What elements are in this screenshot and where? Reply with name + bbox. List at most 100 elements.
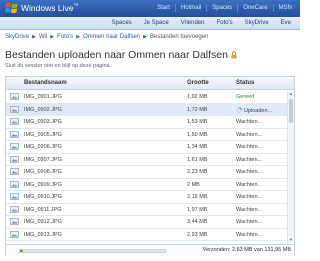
subnav-fotos[interactable]: Foto's [210, 20, 238, 27]
breadcrumb-fotos[interactable]: Foto's [57, 34, 73, 40]
file-status: Gereed [236, 94, 254, 100]
table-row[interactable]: IMG_0901.JPG 1,92 MB Gereed [6, 91, 287, 104]
scroll-thumb[interactable] [289, 99, 293, 123]
scroll-up-icon[interactable]: ▲ [288, 91, 294, 97]
nav-hotmail[interactable]: Hotmail [174, 4, 206, 12]
breadcrumb-separator-icon: ▶ [143, 34, 147, 40]
nav-onecare[interactable]: OneCare [237, 4, 272, 12]
file-name: IMG_0905.JPG [24, 131, 62, 138]
file-name: IMG_0908.JPG [24, 169, 62, 175]
file-name: IMG_0911.JPG [24, 206, 62, 213]
table-row[interactable]: IMG_0913.JPG 2,93 MB Wachten... [6, 229, 287, 241]
page-title-text: Bestanden uploaden naar Ommen naar Dalfs… [5, 49, 228, 61]
file-size: 3,44 MB [187, 219, 208, 225]
file-name: IMG_0902.JPG [24, 106, 62, 113]
file-status-text: Wachten... [236, 231, 263, 238]
subnav-eve[interactable]: Eve [275, 20, 297, 27]
breadcrumb-skydrive[interactable]: SkyDrive [5, 34, 29, 40]
subnav-spaces[interactable]: Spaces [106, 20, 138, 27]
brand-title: Windows Live™ [21, 3, 79, 13]
column-size[interactable]: Grootte [187, 80, 209, 86]
nav-spaces[interactable]: Spaces [206, 4, 237, 12]
file-status: Wachten... [236, 219, 262, 225]
table-row[interactable]: IMG_0908.JPG 2,23 MB Wachten... [6, 166, 287, 179]
file-status-text: Wachten... [236, 169, 263, 175]
file-name: IMG_0907.JPG [24, 156, 62, 163]
table-header: Bestandsnaam Grootte Status [6, 77, 294, 90]
windows-flag-icon [5, 2, 18, 14]
file-size: 1,72 MB [187, 106, 208, 113]
breadcrumb-separator-icon: ▶ [50, 34, 55, 40]
file-status-text: Wachten... [236, 219, 263, 225]
nav-msn[interactable]: MSN [272, 4, 297, 12]
file-name: IMG_0912.JPG [24, 219, 62, 225]
subnav-skydrive[interactable]: SkyDrive [239, 20, 275, 27]
breadcrumb-album[interactable]: Ommen naar Dalfsen [83, 34, 140, 40]
file-status-text: Wachten... [236, 144, 263, 150]
file-status: Wachten... [236, 157, 262, 163]
page-title: Bestanden uploaden naar Ommen naar Dalfs… [5, 49, 237, 61]
image-file-icon [10, 168, 19, 175]
windows-live-logo[interactable]: Windows Live™ [5, 2, 78, 14]
file-status: Wachten... [236, 232, 262, 238]
header-bar: Windows Live™ Start Hotmail Spaces OneCa… [0, 0, 300, 17]
file-size: 1,92 MB [187, 94, 208, 100]
file-status: Wachten... [236, 144, 262, 150]
file-name: IMG_0906.JPG [24, 144, 62, 150]
breadcrumb-separator-icon: ▶ [76, 34, 81, 40]
table-row[interactable]: IMG_0905.JPG 1,50 MB Wachten... [6, 129, 287, 141]
scroll-down-icon[interactable]: ▼ [288, 237, 294, 243]
progress-bar [19, 249, 166, 253]
file-size: 2,18 MB [187, 194, 208, 200]
file-name: IMG_0913.JPG [24, 231, 62, 238]
image-file-icon [10, 218, 19, 225]
file-size: 1,34 MB [187, 144, 208, 150]
file-status-text: Wachten... [236, 131, 263, 138]
image-file-icon [10, 193, 19, 200]
top-nav: Start Hotmail Spaces OneCare MSN [152, 4, 297, 12]
subnav-je-space[interactable]: Je Space [138, 20, 175, 27]
image-file-icon [10, 155, 19, 163]
table-row[interactable]: IMG_0906.JPG 1,34 MB Wachten... [6, 141, 287, 154]
file-status-text: Wachten... [236, 206, 263, 213]
table-row[interactable]: IMG_0910.JPG 2,18 MB Wachten... [6, 191, 287, 204]
file-status-text: Uploaden... [244, 107, 273, 114]
file-status-text: Wachten... [236, 156, 263, 163]
table-row[interactable]: IMG_0909.JPG 2 MB Wachten... [6, 179, 287, 191]
nav-start[interactable]: Start [152, 4, 175, 12]
spinner-icon [236, 106, 242, 113]
upload-footer: Verzonden: 2,63 MB van 131,95 MB [6, 244, 294, 256]
file-status: Wachten... [236, 182, 262, 188]
image-file-icon [10, 180, 19, 188]
column-status[interactable]: Status [236, 80, 254, 86]
file-status: Wachten... [236, 132, 262, 138]
image-file-icon [10, 105, 19, 113]
breadcrumb-wil[interactable]: Wil [39, 34, 47, 40]
table-body: IMG_0901.JPG 1,92 MB Gereed IMG_0902.JPG 1,7… [6, 91, 287, 243]
scrollbar[interactable]: ▲ ▼ [287, 91, 294, 243]
table-row[interactable]: IMG_0912.JPG 3,44 MB Wachten... [6, 216, 287, 229]
image-file-icon [10, 130, 19, 138]
file-name: IMG_0910.JPG [24, 194, 62, 200]
file-size: 1,61 MB [187, 156, 208, 163]
breadcrumb-current: Bestanden toevoegen [149, 34, 209, 40]
subnav-vrienden[interactable]: Vrienden [175, 20, 211, 27]
table-row[interactable]: IMG_0907.JPG 1,61 MB Wachten... [6, 154, 287, 166]
file-size: 1,97 MB [187, 206, 208, 213]
file-name: IMG_0909.JPG [24, 181, 62, 188]
file-status: Wachten... [236, 169, 262, 175]
spaces-nav-bar: Spaces Je Space Vrienden Foto's SkyDrive… [0, 17, 300, 30]
image-file-icon [10, 143, 19, 150]
file-status-text: Wachten... [236, 119, 263, 125]
table-row[interactable]: IMG_0911.JPG 1,97 MB Wachten... [6, 204, 287, 216]
breadcrumb-separator-icon: ▶ [32, 34, 36, 40]
breadcrumb: SkyDrive ▶ Wil ▶ Foto's ▶ Ommen naar Dal… [5, 34, 208, 40]
progress-text: Verzonden: 2,63 MB van 131,95 MB [202, 247, 291, 253]
file-status-text: Wachten... [236, 181, 263, 188]
file-size: 1,50 MB [187, 131, 208, 138]
table-row[interactable]: IMG_0914.JPG3,13 MBWachten... [6, 241, 287, 243]
column-filename[interactable]: Bestandsnaam [24, 80, 67, 86]
upload-table: Bestandsnaam Grootte Status IMG_0901.JPG… [5, 76, 295, 256]
table-row[interactable]: IMG_0903.JPG 1,53 MB Wachten... [6, 116, 287, 129]
table-row[interactable]: IMG_0902.JPG 1,72 MB Uploaden... [6, 103, 287, 116]
